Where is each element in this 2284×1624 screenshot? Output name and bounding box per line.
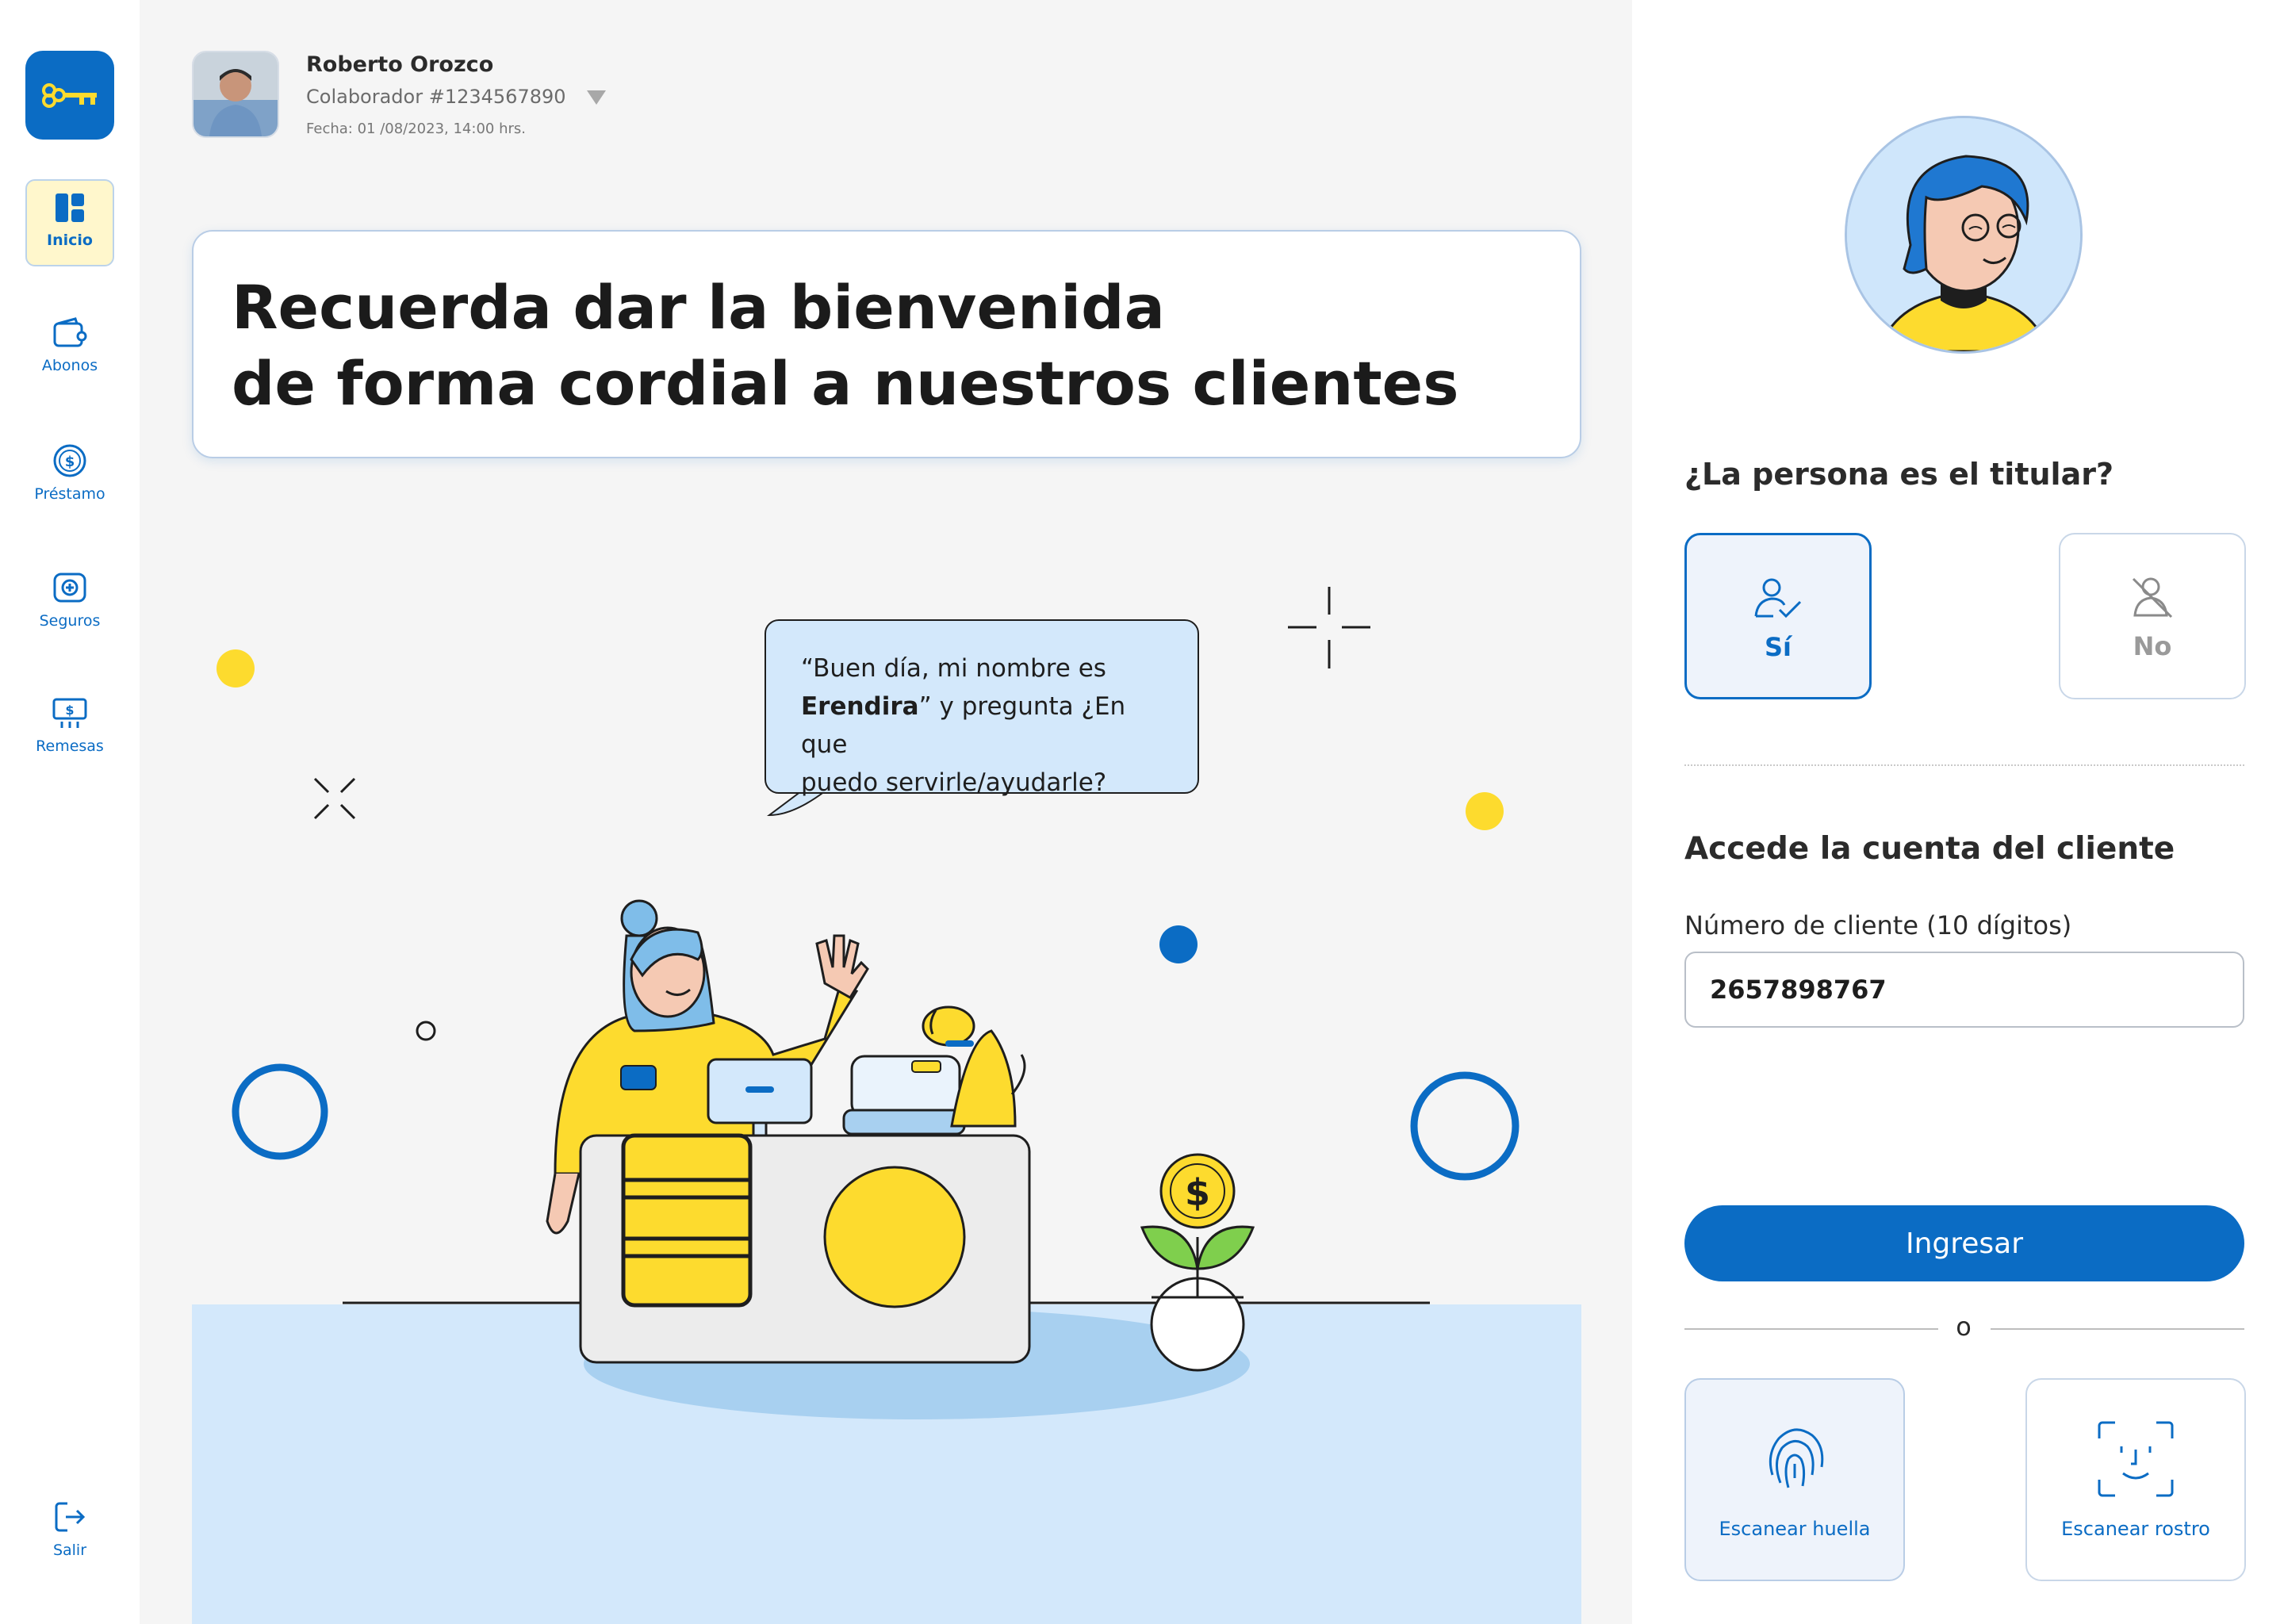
decor-ring: [1410, 1071, 1519, 1181]
holder-no-button[interactable]: No: [2059, 533, 2246, 699]
bubble-text-3: puedo servirle/ayudarle?: [801, 768, 1107, 797]
client-illustration: [1847, 118, 2080, 351]
face-scan-icon: [2098, 1421, 2174, 1497]
desk-logo-circle: [823, 1166, 966, 1308]
holder-question: ¿La persona es el titular?: [1684, 457, 2113, 492]
scan-face-button[interactable]: Escanear rostro: [2025, 1378, 2246, 1581]
decor-dot: [217, 649, 255, 688]
decor-dot: [1466, 792, 1504, 830]
scan-fingerprint-button[interactable]: Escanear huella: [1684, 1378, 1905, 1581]
or-divider-left: [1684, 1328, 1938, 1330]
decor-sparkle: [1288, 587, 1370, 668]
scan-fingerprint-label: Escanear huella: [1719, 1518, 1871, 1540]
decor-cross: [313, 777, 356, 820]
money-plant: $: [1140, 1153, 1255, 1372]
ingresar-button[interactable]: Ingresar: [1684, 1205, 2244, 1281]
or-separator: o: [1956, 1312, 1972, 1342]
client-avatar: [1845, 116, 2083, 354]
holder-yes-button[interactable]: Sí: [1684, 533, 1872, 699]
decor-ring: [232, 1063, 328, 1160]
svg-text:$: $: [1185, 1171, 1210, 1214]
desk-drawers: [621, 1133, 753, 1308]
decor-ring: [416, 1021, 436, 1041]
decor-dot: [1159, 925, 1198, 963]
fingerprint-icon: [1769, 1428, 1824, 1488]
client-number-input[interactable]: [1684, 952, 2244, 1028]
or-divider-right: [1991, 1328, 2244, 1330]
attendant-name: Erendira: [801, 692, 919, 721]
scene-illustration: $: [217, 587, 1519, 1419]
scan-face-label: Escanear rostro: [2061, 1518, 2210, 1540]
holder-no-label: No: [2133, 631, 2172, 661]
greeting-bubble: “Buen día, mi nombre es Erendira” y preg…: [765, 619, 1199, 797]
bubble-text-1: “Buen día, mi nombre es: [801, 654, 1106, 683]
user-check-icon: [1754, 578, 1802, 619]
user-off-icon: [2132, 577, 2173, 619]
section-divider: [1684, 764, 2244, 766]
holder-yes-label: Sí: [1764, 632, 1792, 662]
access-title: Accede la cuenta del cliente: [1684, 831, 2175, 867]
client-number-label: Número de cliente (10 dígitos): [1684, 910, 2072, 940]
cash-register: [850, 1055, 961, 1118]
